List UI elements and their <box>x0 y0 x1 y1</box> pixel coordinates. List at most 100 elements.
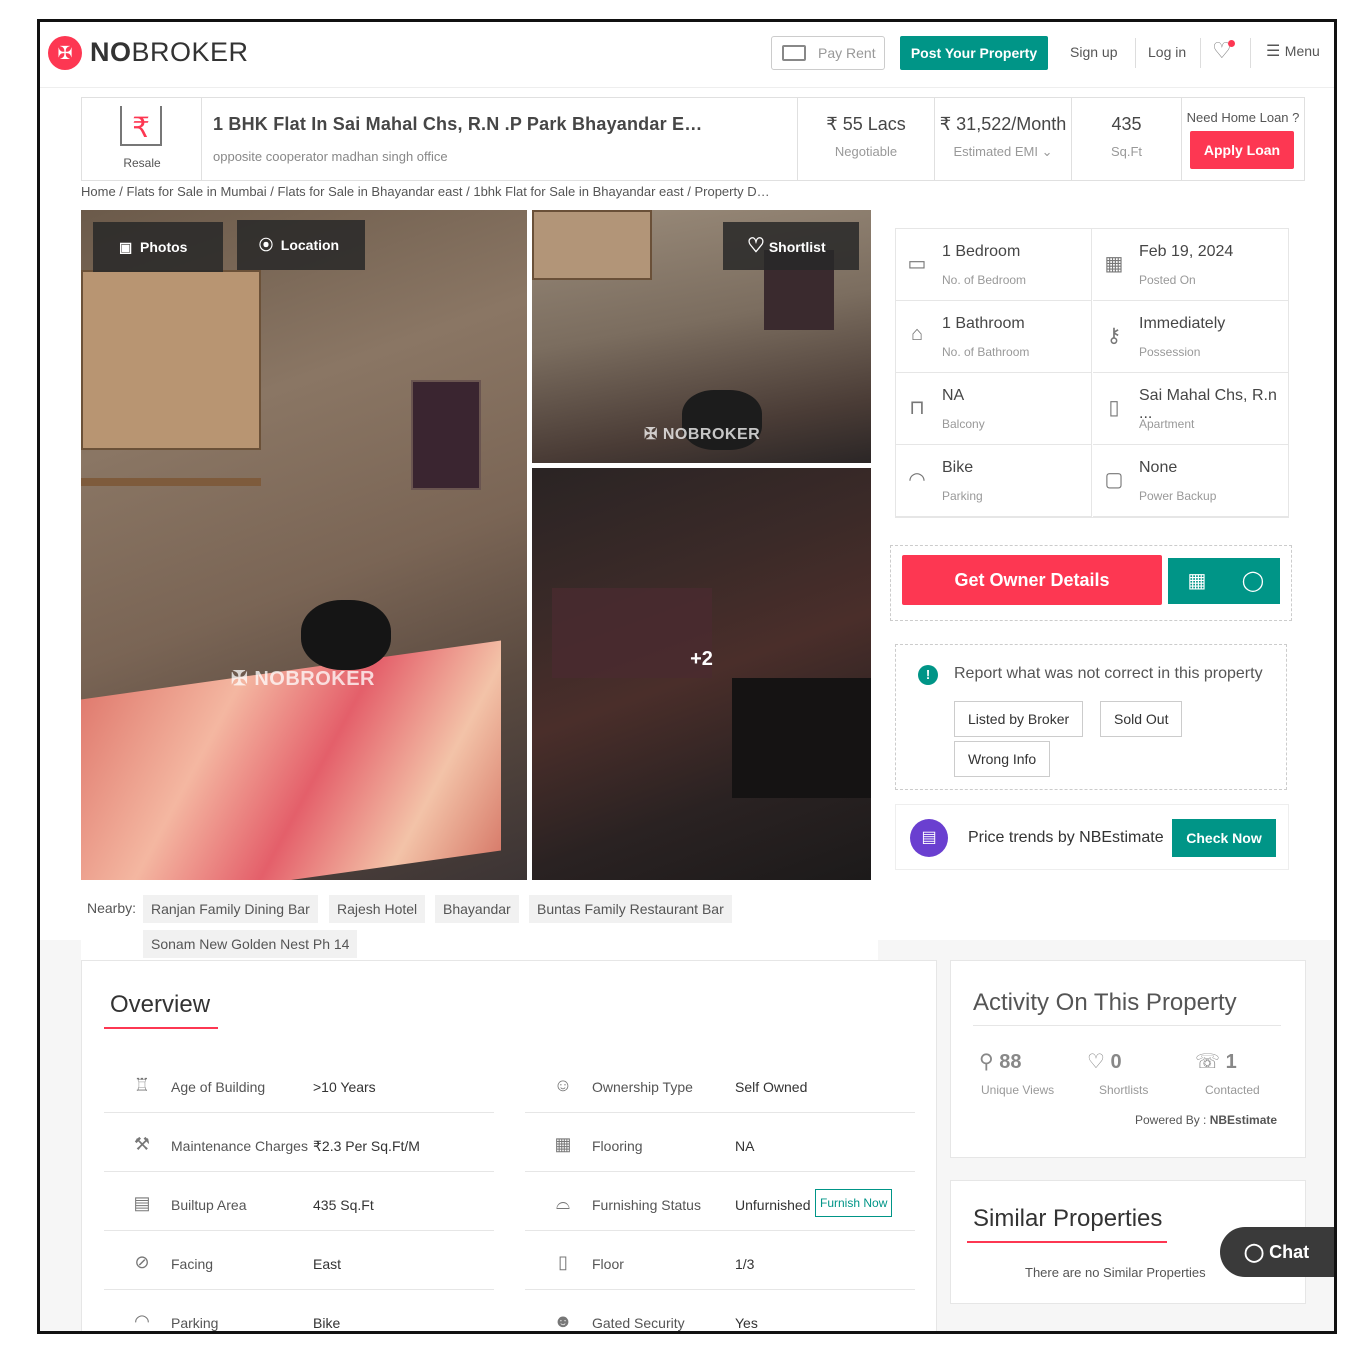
overview-value: Yes <box>735 1315 758 1331</box>
report-option-listed-by-broker[interactable]: Listed by Broker <box>954 701 1084 737</box>
chart-icon: ▤ <box>910 819 948 857</box>
overview-key: Ownership Type <box>592 1079 693 1095</box>
logo-text-bold: NO <box>90 37 132 67</box>
location-label: Location <box>280 237 340 253</box>
property-title: 1 BHK Flat In Sai Mahal Chs, R.N .P Park… <box>213 114 703 134</box>
car-icon: ◠ <box>908 469 926 491</box>
apply-loan-button[interactable]: Apply Loan <box>1190 131 1294 169</box>
divider <box>1135 38 1136 68</box>
alert-icon: ! <box>918 665 938 685</box>
tools-icon: ⚒ <box>133 1134 151 1154</box>
detail-cell: ▯ Sai Mahal Chs, R.n ... Apartment <box>1093 373 1289 445</box>
emi-block[interactable]: ₹ 31,522/Month Estimated EMI ⌄ <box>935 98 1072 180</box>
overview-row: ▦ Flooring NA <box>525 1114 915 1172</box>
more-photos-count[interactable]: +2 <box>532 648 871 688</box>
report-option-sold-out[interactable]: Sold Out <box>1100 701 1183 737</box>
cabinet <box>532 210 652 280</box>
detail-label: Possession <box>1139 345 1201 359</box>
balcony-icon: ⊓ <box>909 397 925 419</box>
overview-key: Maintenance Charges <box>171 1138 308 1154</box>
report-title: Report what was not correct in this prop… <box>954 665 1263 682</box>
chat-label: Chat <box>1269 1242 1310 1262</box>
menu-label: Menu <box>1284 43 1320 59</box>
detail-value: Immediately <box>1139 315 1226 332</box>
overview-key: Builtup Area <box>171 1197 247 1213</box>
overview-title: Overview <box>110 991 211 1018</box>
chat-button[interactable]: ◯ Chat <box>1220 1227 1334 1277</box>
get-owner-details-button[interactable]: Get Owner Details <box>902 555 1162 605</box>
nearby-chip[interactable]: Buntas Family Restaurant Bar <box>529 895 732 923</box>
overview-key: Facing <box>171 1256 214 1272</box>
post-property-button[interactable]: Post Your Property <box>900 36 1048 70</box>
detail-label: No. of Bedroom <box>942 273 1027 287</box>
home-loan-block: Need Home Loan ? Apply Loan <box>1182 98 1304 180</box>
property-subtitle: opposite cooperator madhan singh office <box>213 149 448 164</box>
divider <box>1250 38 1251 68</box>
nobroker-logo-icon[interactable]: ✠ <box>48 36 82 70</box>
overview-key: Furnishing Status <box>592 1197 701 1213</box>
building-age-icon: ♖ <box>133 1075 151 1095</box>
cabinet <box>81 270 261 450</box>
no-similar-text: There are no Similar Properties <box>1025 1265 1206 1280</box>
photo-3[interactable]: +2 <box>532 468 871 880</box>
unique-views-stat: ⚲ 88 <box>979 1049 1021 1074</box>
location-button[interactable]: ⦿ Location <box>237 220 365 270</box>
heart-icon[interactable]: ♡ <box>1212 38 1235 64</box>
chat-owner-button[interactable]: ◯ <box>1226 558 1280 604</box>
pay-rent-button[interactable]: Pay Rent <box>771 36 885 70</box>
detail-label: Power Backup <box>1139 489 1217 503</box>
photos-button[interactable]: ▣ Photos <box>93 222 223 272</box>
furnish-now-button[interactable]: Furnish Now <box>815 1189 893 1217</box>
key-icon: ⚷ <box>1106 325 1122 347</box>
nearby-chip[interactable]: Rajesh Hotel <box>329 895 426 923</box>
log-in-link[interactable]: Log in <box>1148 44 1186 60</box>
chat-bubble-icon: ◯ <box>1244 1242 1265 1262</box>
report-option-wrong-info[interactable]: Wrong Info <box>954 741 1051 777</box>
brand-logo[interactable]: NOBROKER <box>90 37 249 68</box>
photo-2[interactable]: ✠ NOBROKER ♡ Shortlist <box>532 210 871 463</box>
chat-bubble-icon: ◯ <box>1241 570 1265 592</box>
detail-label: Parking <box>942 489 983 503</box>
nearby-chip[interactable]: Sonam New Golden Nest Ph 14 <box>143 930 358 958</box>
detail-cell: ⊓ NA Balcony <box>896 373 1092 445</box>
overview-row: ▤ Builtup Area 435 Sq.Ft <box>104 1173 494 1231</box>
nearby-chip[interactable]: Ranjan Family Dining Bar <box>143 895 318 923</box>
price-label: Negotiable <box>834 144 898 159</box>
hamburger-icon: ☰ <box>1266 43 1281 60</box>
overview-value: ₹2.3 Per Sq.Ft/M <box>313 1138 420 1154</box>
schedule-visit-button[interactable]: ▦ <box>1168 558 1226 604</box>
breadcrumb[interactable]: Home / Flats for Sale in Mumbai / Flats … <box>81 184 770 199</box>
watermark-text: NOBROKER <box>662 426 761 443</box>
overview-value: East <box>313 1256 342 1272</box>
detail-value: 1 Bedroom <box>942 243 1021 260</box>
price-trend-box: ▤ Price trends by NBEstimate Check Now <box>895 804 1289 870</box>
shortlist-button[interactable]: ♡ Shortlist <box>723 222 859 270</box>
house-rupee-icon: ₹ <box>120 106 162 146</box>
shortlists-label: Shortlists <box>1099 1083 1149 1097</box>
detail-cell: ▢ None Power Backup <box>1093 445 1289 517</box>
main-photo[interactable]: ✠ NOBROKER ▣ Photos ⦿ Location <box>81 210 527 880</box>
area-label: Sq.Ft <box>1110 144 1143 159</box>
overview-value: >10 Years <box>313 1079 376 1095</box>
building-icon: ▯ <box>1108 397 1120 419</box>
nearby-chip[interactable]: Bhayandar <box>435 895 519 923</box>
bag <box>301 600 391 670</box>
user-icon: ⚲ <box>979 1051 994 1073</box>
detail-label: Posted On <box>1139 273 1196 287</box>
chevron-down-icon: ⌄ <box>1041 144 1053 159</box>
detail-value: NA <box>942 387 965 404</box>
powered-by-label: Powered By : <box>1135 1113 1207 1127</box>
sign-up-link[interactable]: Sign up <box>1070 44 1117 60</box>
overview-row: ♖ Age of Building >10 Years <box>104 1055 494 1113</box>
property-summary-bar: ₹ Resale 1 BHK Flat In Sai Mahal Chs, R.… <box>81 97 1305 181</box>
overview-row: ⌓ Furnishing Status Unfurnished Furnish Now <box>525 1173 915 1231</box>
overview-key: Gated Security <box>592 1315 685 1331</box>
camera-icon: ▣ <box>119 239 133 255</box>
phone-icon: ☏ <box>1195 1051 1221 1073</box>
menu-button[interactable]: ☰ Menu <box>1266 41 1320 61</box>
shortlists-stat: ♡ 0 <box>1087 1049 1122 1074</box>
photos-label: Photos <box>140 239 188 255</box>
car-icon: ◠ <box>134 1311 150 1331</box>
check-now-button[interactable]: Check Now <box>1172 819 1276 857</box>
activity-title: Activity On This Property <box>973 989 1237 1016</box>
